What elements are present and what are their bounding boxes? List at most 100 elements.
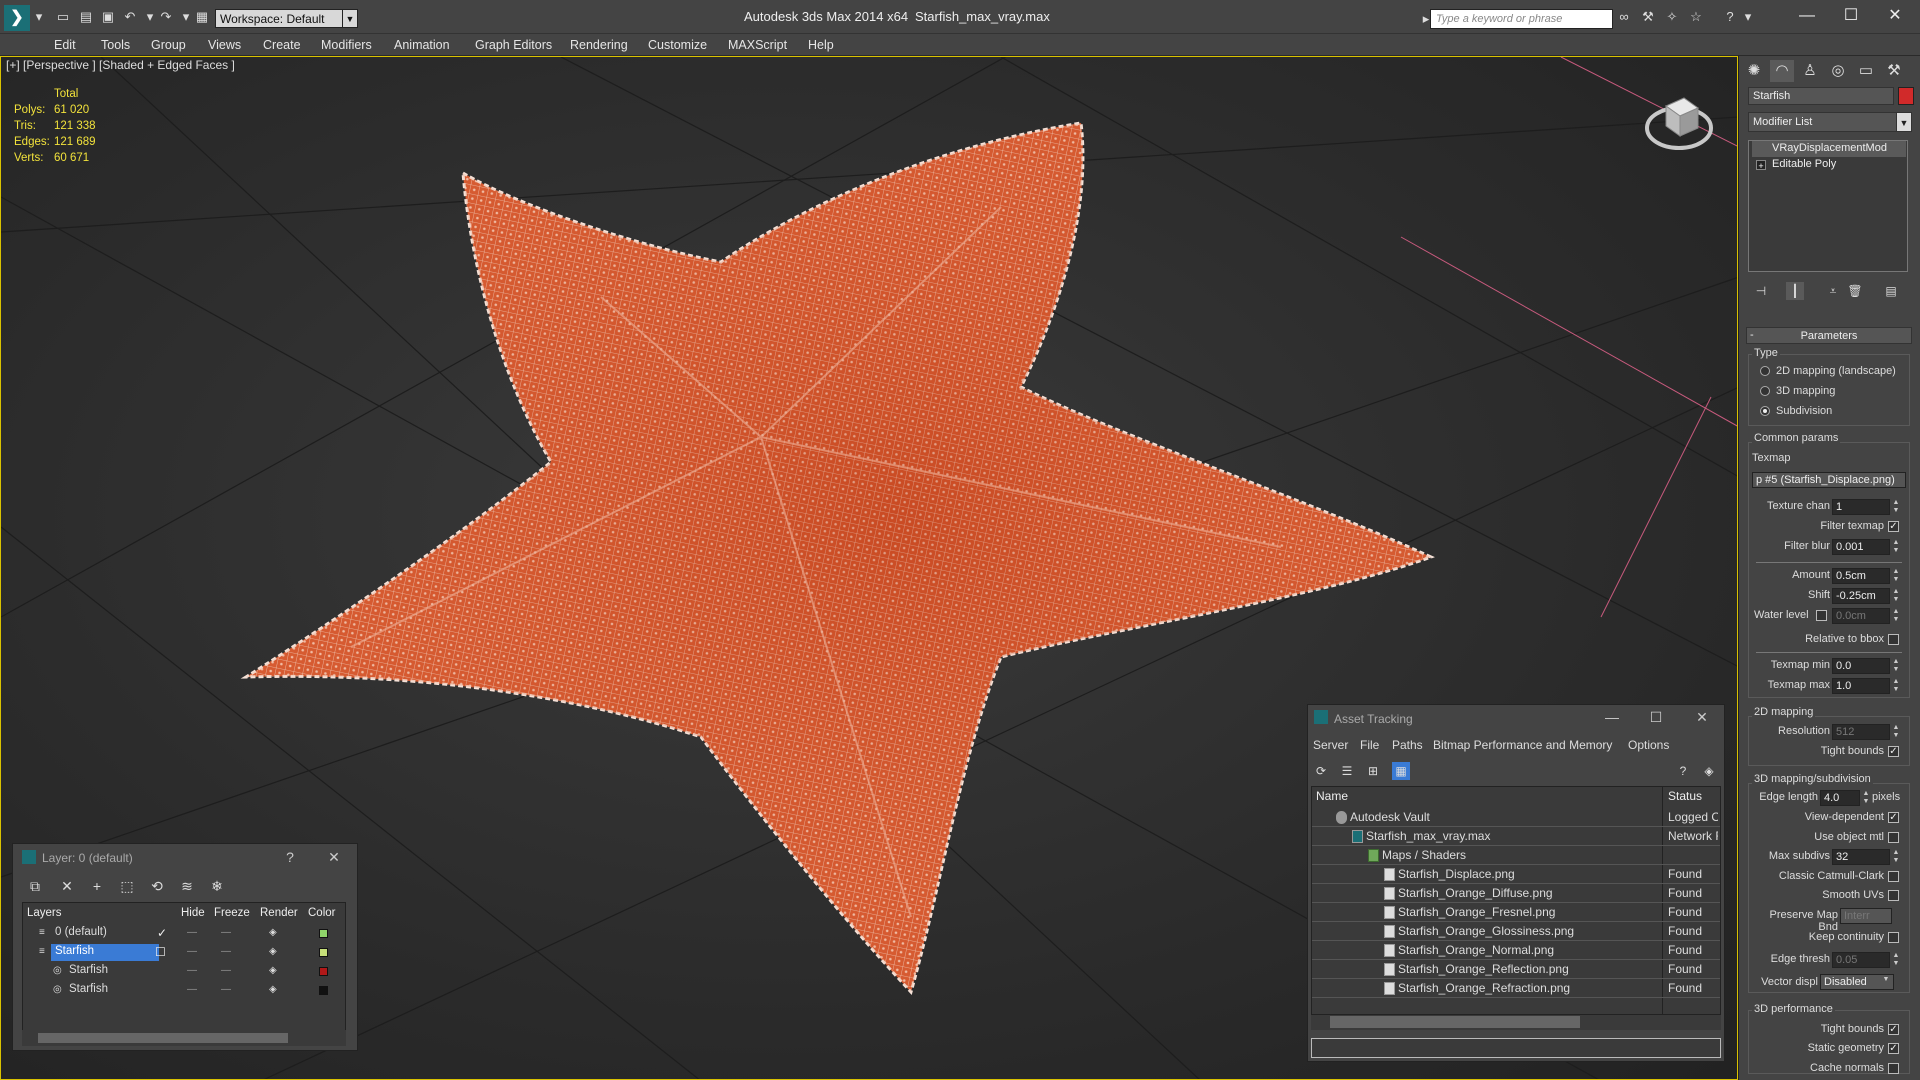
- hierarchy-tab-icon[interactable]: ♙: [1798, 60, 1822, 82]
- menu-create[interactable]: Create: [263, 38, 301, 52]
- spinner-icon[interactable]: ▲ ▼: [1892, 658, 1900, 674]
- spinner-icon[interactable]: ▲ ▼: [1892, 539, 1900, 555]
- layer-row[interactable]: ◎ Starfish — — ◈: [23, 981, 345, 1000]
- spinner-icon[interactable]: ▲ ▼: [1892, 678, 1900, 694]
- asset-path-field[interactable]: [1311, 1038, 1721, 1058]
- texture-chan-field[interactable]: 1: [1832, 499, 1890, 515]
- render-teapot-icon[interactable]: ◈: [269, 946, 277, 957]
- texmap-min-field[interactable]: 0.0: [1832, 658, 1890, 674]
- layer-scroll-thumb[interactable]: [38, 1033, 288, 1043]
- edge-length-field[interactable]: 4.0: [1820, 790, 1860, 806]
- menu-modifiers[interactable]: Modifiers: [321, 38, 372, 52]
- texmap-button[interactable]: p #5 (Starfish_Displace.png): [1752, 472, 1906, 488]
- minimize-icon[interactable]: —: [1792, 4, 1822, 28]
- new-file-icon[interactable]: ▭: [55, 10, 71, 24]
- view-dependent-checkbox[interactable]: ✓: [1888, 812, 1899, 823]
- workspace-arrow-icon[interactable]: ▼: [342, 9, 358, 28]
- asset-row[interactable]: Starfish_max_vray.max Network F: [1312, 827, 1720, 846]
- help-dropdown-icon[interactable]: ▾: [1740, 10, 1756, 24]
- motion-tab-icon[interactable]: ◎: [1826, 60, 1850, 82]
- amount-field[interactable]: 0.5cm: [1832, 568, 1890, 584]
- radio-subdivision[interactable]: [1760, 406, 1770, 416]
- search-input[interactable]: Type a keyword or phrase: [1430, 9, 1613, 29]
- asset-col-status[interactable]: Status: [1668, 789, 1702, 803]
- current-layer-check-icon[interactable]: ✓: [157, 926, 167, 940]
- app-logo-icon[interactable]: ❯: [4, 5, 30, 31]
- render-teapot-icon[interactable]: ◈: [269, 984, 277, 995]
- asset-row[interactable]: Starfish_Orange_Refraction.png Found: [1312, 979, 1720, 998]
- tight-bounds2-checkbox[interactable]: ✓: [1888, 1024, 1899, 1035]
- create-layer-icon[interactable]: ⧉: [24, 876, 46, 896]
- layer-col-freeze[interactable]: Freeze: [214, 907, 250, 919]
- stack-item-editable-poly[interactable]: Editable Poly: [1752, 157, 1906, 173]
- asset-row[interactable]: Starfish_Displace.png Found: [1312, 865, 1720, 884]
- parameters-rollout-header[interactable]: Parameters: [1746, 327, 1912, 344]
- redo-icon[interactable]: ↷: [158, 10, 174, 24]
- freeze-toggle[interactable]: —: [221, 984, 231, 995]
- asset-row[interactable]: Starfish_Orange_Reflection.png Found: [1312, 960, 1720, 979]
- freeze-all-layers-icon[interactable]: ❄: [206, 876, 228, 896]
- preserve-map-dropdown[interactable]: Interr: [1840, 908, 1892, 924]
- layer-close-icon[interactable]: ✕: [322, 846, 346, 868]
- pin-stack-icon[interactable]: ⊣: [1752, 282, 1770, 300]
- spinner-icon[interactable]: ▲ ▼: [1892, 568, 1900, 584]
- layer-col-color[interactable]: Color: [308, 907, 335, 919]
- asset-help-icon[interactable]: ?: [1674, 762, 1692, 780]
- favorites-star-icon[interactable]: ☆: [1688, 10, 1704, 24]
- layer-name[interactable]: Starfish: [51, 944, 159, 961]
- classic-catmull-checkbox[interactable]: [1888, 871, 1899, 882]
- cache-normals-checkbox[interactable]: [1888, 1063, 1899, 1074]
- relative-bbox-checkbox[interactable]: [1888, 634, 1899, 645]
- freeze-toggle[interactable]: —: [221, 927, 231, 938]
- remove-modifier-icon[interactable]: 🗑: [1846, 282, 1864, 300]
- spinner-icon[interactable]: ▲ ▼: [1892, 608, 1900, 624]
- asset-row[interactable]: Starfish_Orange_Normal.png Found: [1312, 941, 1720, 960]
- asset-maximize-icon[interactable]: ☐: [1642, 706, 1670, 728]
- spinner-icon[interactable]: ▲ ▼: [1892, 849, 1900, 865]
- hide-toggle[interactable]: —: [187, 946, 197, 957]
- shift-field[interactable]: -0.25cm: [1832, 588, 1890, 604]
- select-layer-icon[interactable]: ☐: [155, 945, 166, 959]
- water-level-field[interactable]: 0.0cm: [1832, 608, 1890, 624]
- menu-customize[interactable]: Customize: [648, 38, 707, 52]
- viewport-label[interactable]: [+] [Perspective ] [Shaded + Edged Faces…: [6, 58, 235, 72]
- highlight-selected-icon[interactable]: ⟲: [146, 876, 168, 896]
- tree-view-icon[interactable]: ⊞: [1364, 762, 1382, 780]
- menu-group[interactable]: Group: [151, 38, 186, 52]
- spinner-icon[interactable]: ▲ ▼: [1892, 588, 1900, 604]
- asset-menu-server[interactable]: Server: [1313, 738, 1348, 752]
- freeze-toggle[interactable]: —: [221, 965, 231, 976]
- layer-name[interactable]: Starfish: [65, 963, 112, 980]
- freeze-toggle[interactable]: —: [221, 946, 231, 957]
- resolution-field[interactable]: 512: [1832, 724, 1890, 740]
- layer-name[interactable]: Starfish: [65, 982, 112, 999]
- static-geometry-checkbox[interactable]: ✓: [1888, 1043, 1899, 1054]
- utilities-tab-icon[interactable]: ⚒: [1882, 60, 1906, 82]
- undo-dropdown-icon[interactable]: ▾: [142, 10, 158, 24]
- menu-edit[interactable]: Edit: [54, 38, 76, 52]
- configure-modifier-sets-icon[interactable]: ▤: [1882, 282, 1900, 300]
- asset-menu-paths[interactable]: Paths: [1392, 738, 1423, 752]
- modifier-list-arrow-icon[interactable]: ▼: [1896, 112, 1912, 132]
- filter-texmap-checkbox[interactable]: ✓: [1888, 521, 1899, 532]
- make-unique-icon[interactable]: ⩡: [1824, 282, 1842, 300]
- menu-animation[interactable]: Animation: [394, 38, 450, 52]
- asset-menu-options[interactable]: Options: [1628, 738, 1669, 752]
- workspace-dropdown[interactable]: Workspace: Default: [215, 9, 343, 28]
- redo-dropdown-icon[interactable]: ▾: [178, 10, 194, 24]
- menu-graph-editors[interactable]: Graph Editors: [475, 38, 552, 52]
- layer-name[interactable]: 0 (default): [51, 925, 111, 942]
- spinner-icon[interactable]: ▲ ▼: [1892, 499, 1900, 515]
- edge-thresh-field[interactable]: 0.05: [1832, 952, 1890, 968]
- app-menu-arrow-icon[interactable]: ▾: [31, 10, 47, 24]
- list-view-icon[interactable]: ☰: [1338, 762, 1356, 780]
- asset-row[interactable]: Starfish_Orange_Glossiness.png Found: [1312, 922, 1720, 941]
- menu-views[interactable]: Views: [208, 38, 241, 52]
- modifier-list-dropdown[interactable]: Modifier List: [1748, 112, 1898, 132]
- save-file-icon[interactable]: ▣: [100, 10, 116, 24]
- asset-row[interactable]: Autodesk Vault Logged O: [1312, 808, 1720, 827]
- render-teapot-icon[interactable]: ◈: [269, 965, 277, 976]
- layer-row[interactable]: ◎ Starfish — — ◈: [23, 962, 345, 981]
- hide-toggle[interactable]: —: [187, 927, 197, 938]
- spinner-icon[interactable]: ▲ ▼: [1892, 952, 1900, 968]
